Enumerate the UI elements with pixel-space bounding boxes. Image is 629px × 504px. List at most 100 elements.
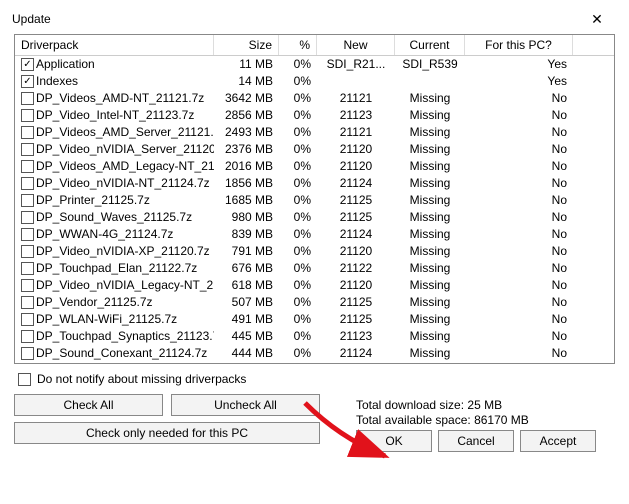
row-checkbox[interactable] (21, 262, 34, 275)
row-checkbox[interactable] (21, 160, 34, 173)
driverpack-list: Driverpack Size % New Current For this P… (14, 34, 615, 364)
row-checkbox[interactable] (21, 75, 34, 88)
row-percent: 0% (279, 294, 317, 311)
row-new: 21121 (317, 90, 395, 107)
row-current: Missing (395, 90, 465, 107)
table-row[interactable]: DP_WLAN-WiFi_21125.7z491 MB0%21125Missin… (15, 311, 614, 328)
row-checkbox[interactable] (21, 228, 34, 241)
window-close-button[interactable]: ✕ (577, 6, 617, 32)
row-percent: 0% (279, 243, 317, 260)
row-percent: 0% (279, 107, 317, 124)
row-checkbox[interactable] (21, 211, 34, 224)
notify-checkbox[interactable] (18, 373, 31, 386)
row-checkbox[interactable] (21, 279, 34, 292)
row-forthispc: No (465, 192, 573, 209)
row-forthispc: No (465, 294, 573, 311)
row-percent: 0% (279, 209, 317, 226)
table-row[interactable]: DP_Videos_AMD-NT_21121.7z3642 MB0%21121M… (15, 90, 614, 107)
row-new: 21120 (317, 243, 395, 260)
left-buttons: Check All Uncheck All Check only needed … (14, 394, 320, 444)
row-checkbox[interactable] (21, 92, 34, 105)
row-size: 2856 MB (214, 107, 279, 124)
table-row[interactable]: DP_Video_nVIDIA-NT_21124.7z1856 MB0%2112… (15, 175, 614, 192)
row-forthispc: No (465, 124, 573, 141)
row-name: DP_Sound_Waves_21125.7z (36, 209, 192, 226)
row-size: 14 MB (214, 73, 279, 90)
row-checkbox[interactable] (21, 126, 34, 139)
check-all-button[interactable]: Check All (14, 394, 163, 416)
row-current: Missing (395, 158, 465, 175)
row-name: DP_Videos_AMD-NT_21121.7z (36, 90, 204, 107)
notify-label: Do not notify about missing driverpacks (37, 372, 246, 386)
row-size: 2493 MB (214, 124, 279, 141)
row-new: 21120 (317, 158, 395, 175)
table-row[interactable]: DP_Vendor_21125.7z507 MB0%21125MissingNo (15, 294, 614, 311)
table-row[interactable]: Indexes14 MB0%Yes (15, 73, 614, 90)
table-row[interactable]: DP_Sound_Conexant_21124.7z444 MB0%21124M… (15, 345, 614, 362)
row-forthispc: No (465, 345, 573, 362)
row-new: SDI_R21... (317, 56, 395, 73)
row-checkbox[interactable] (21, 313, 34, 326)
row-current: Missing (395, 107, 465, 124)
row-new: 21122 (317, 260, 395, 277)
row-size: 791 MB (214, 243, 279, 260)
row-percent: 0% (279, 260, 317, 277)
row-checkbox[interactable] (21, 330, 34, 343)
row-name: DP_WWAN-4G_21124.7z (36, 226, 173, 243)
row-checkbox[interactable] (21, 109, 34, 122)
row-percent: 0% (279, 56, 317, 73)
row-new: 21123 (317, 328, 395, 345)
table-row[interactable]: DP_WWAN-4G_21124.7z839 MB0%21124MissingN… (15, 226, 614, 243)
table-row[interactable]: DP_Sound_Waves_21125.7z980 MB0%21125Miss… (15, 209, 614, 226)
list-body[interactable]: Application11 MB0%SDI_R21...SDI_R539YesI… (15, 56, 614, 364)
check-needed-button[interactable]: Check only needed for this PC (14, 422, 320, 444)
row-forthispc: No (465, 226, 573, 243)
table-row[interactable]: DP_Videos_AMD_Legacy-NT_211...2016 MB0%2… (15, 158, 614, 175)
col-driverpack[interactable]: Driverpack (15, 35, 214, 55)
row-checkbox[interactable] (21, 194, 34, 207)
accept-button[interactable]: Accept (520, 430, 596, 452)
row-current: Missing (395, 192, 465, 209)
cancel-button[interactable]: Cancel (438, 430, 514, 452)
row-percent: 0% (279, 158, 317, 175)
col-percent[interactable]: % (279, 35, 317, 55)
row-checkbox[interactable] (21, 245, 34, 258)
uncheck-all-button[interactable]: Uncheck All (171, 394, 320, 416)
table-row[interactable]: DP_Touchpad_Elan_21122.7z676 MB0%21122Mi… (15, 260, 614, 277)
row-name: DP_Video_nVIDIA_Server_21120.7z (36, 141, 214, 158)
row-current: Missing (395, 175, 465, 192)
row-size: 444 MB (214, 345, 279, 362)
row-size: 3642 MB (214, 90, 279, 107)
ok-button[interactable]: OK (356, 430, 432, 452)
row-checkbox[interactable] (21, 347, 34, 360)
col-forthispc[interactable]: For this PC? (465, 35, 573, 55)
row-size: 839 MB (214, 226, 279, 243)
table-row[interactable]: DP_Touchpad_Synaptics_21123.7z445 MB0%21… (15, 328, 614, 345)
row-forthispc: No (465, 260, 573, 277)
row-new: 21125 (317, 192, 395, 209)
row-forthispc: No (465, 243, 573, 260)
table-row[interactable]: DP_Videos_AMD_Server_21121.7z2493 MB0%21… (15, 124, 614, 141)
col-current[interactable]: Current (395, 35, 465, 55)
table-row[interactable]: DP_Printer_21125.7z1685 MB0%21125Missing… (15, 192, 614, 209)
row-checkbox[interactable] (21, 296, 34, 309)
row-size: 445 MB (214, 328, 279, 345)
table-row[interactable]: DP_Video_nVIDIA_Legacy-NT_211...618 MB0%… (15, 277, 614, 294)
table-row[interactable]: DP_Video_Intel-NT_21123.7z2856 MB0%21123… (15, 107, 614, 124)
table-row[interactable]: DP_Video_nVIDIA_Server_21120.7z2376 MB0%… (15, 141, 614, 158)
bottom-panel: Do not notify about missing driverpacks … (0, 364, 629, 452)
row-name: DP_Sound_Conexant_21124.7z (36, 345, 207, 362)
row-checkbox[interactable] (21, 143, 34, 156)
row-current: SDI_R539 (395, 56, 465, 73)
row-checkbox[interactable] (21, 58, 34, 71)
row-checkbox[interactable] (21, 177, 34, 190)
row-percent: 0% (279, 124, 317, 141)
row-current: Missing (395, 260, 465, 277)
col-new[interactable]: New (317, 35, 395, 55)
table-row[interactable]: DP_Video_nVIDIA-XP_21120.7z791 MB0%21120… (15, 243, 614, 260)
row-current: Missing (395, 328, 465, 345)
table-row[interactable]: Application11 MB0%SDI_R21...SDI_R539Yes (15, 56, 614, 73)
col-size[interactable]: Size (214, 35, 279, 55)
row-size: 507 MB (214, 294, 279, 311)
row-new: 21120 (317, 277, 395, 294)
